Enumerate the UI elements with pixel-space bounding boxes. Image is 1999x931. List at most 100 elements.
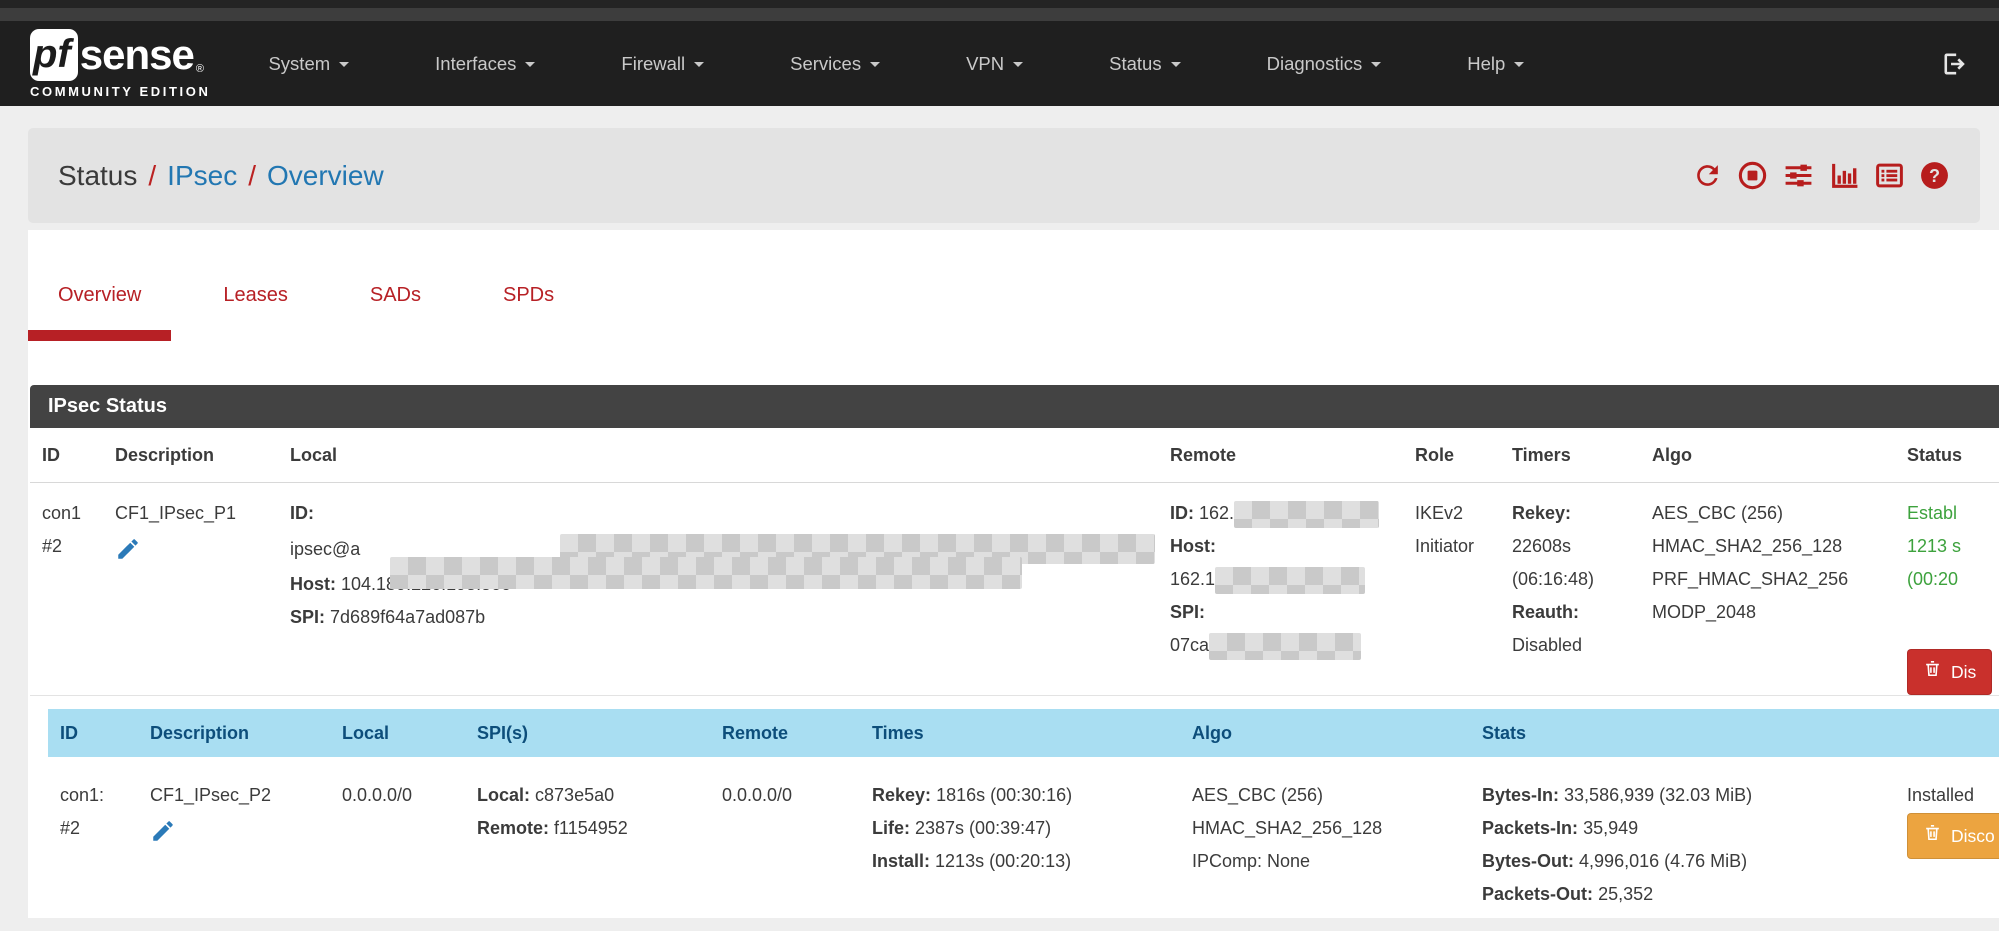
chevron-down-icon xyxy=(525,62,535,67)
col-header-role: Role xyxy=(1403,428,1500,482)
sliders-icon[interactable] xyxy=(1782,160,1815,191)
nav-item-services[interactable]: Services xyxy=(790,53,880,75)
nav-item-vpn[interactable]: VPN xyxy=(966,53,1023,75)
tab-leases[interactable]: Leases xyxy=(193,270,318,341)
child-remote-network: 0.0.0.0/0 xyxy=(722,779,860,812)
child-sa-table: ID Description Local SPI(s) Remote Times… xyxy=(48,709,1999,925)
child-id-cell: con1: #2 xyxy=(48,757,138,925)
breadcrumb: Status / IPsec / Overview xyxy=(58,160,384,192)
nav-item-label: Help xyxy=(1467,53,1505,75)
redaction-block xyxy=(1209,633,1361,660)
ike-status-cell: Establ 1213 s (00:20 Dis xyxy=(1895,483,1999,695)
remote-id-label: ID: xyxy=(1170,503,1194,523)
remote-spi-label: SPI: xyxy=(1170,602,1205,622)
col-header-timers: Timers xyxy=(1500,428,1640,482)
reauth-label: Reauth: xyxy=(1512,602,1579,622)
redaction-block xyxy=(390,557,1022,589)
nav-item-label: Interfaces xyxy=(435,53,516,75)
ike-description-cell: CF1_IPsec_P1 xyxy=(103,483,278,695)
refresh-icon[interactable] xyxy=(1692,160,1723,191)
chevron-down-icon xyxy=(1514,62,1524,67)
child-algo-cell: AES_CBC (256) HMAC_SHA2_256_128 IPComp: … xyxy=(1180,757,1470,925)
ike-remote-cell: ID: 162. Host: 162.1 SPI: 07ca xyxy=(1158,483,1403,695)
col-header-local: Local xyxy=(330,709,465,757)
top-navbar: pf sense ® COMMUNITY EDITION System Inte… xyxy=(0,21,1999,106)
child-description: CF1_IPsec_P2 xyxy=(150,779,330,812)
list-icon[interactable] xyxy=(1874,160,1905,191)
window-title-strip xyxy=(0,8,1999,21)
rekey-label: Rekey: xyxy=(872,785,931,805)
nav-item-system[interactable]: System xyxy=(268,53,349,75)
ike-id-line2: #2 xyxy=(42,530,103,563)
col-header-remote: Remote xyxy=(710,709,860,757)
chevron-down-icon xyxy=(1371,62,1381,67)
packets-out-value: 25,352 xyxy=(1598,884,1653,904)
role-version: IKEv2 xyxy=(1415,497,1500,530)
col-header-remote: Remote xyxy=(1158,428,1403,482)
remote-host-label: Host: xyxy=(1170,536,1216,556)
pfsense-logo[interactable]: pf sense ® COMMUNITY EDITION xyxy=(30,29,210,99)
col-header-description: Description xyxy=(138,709,330,757)
svg-text:?: ? xyxy=(1929,166,1940,186)
child-id-line1: con1: xyxy=(60,779,138,812)
sign-out-icon[interactable] xyxy=(1941,50,1969,78)
spi-remote-value: f1154952 xyxy=(554,818,628,838)
nav-item-help[interactable]: Help xyxy=(1467,53,1524,75)
disconnect-button-label: Dis xyxy=(1951,656,1976,689)
nav-item-firewall[interactable]: Firewall xyxy=(621,53,704,75)
chevron-down-icon xyxy=(870,62,880,67)
tab-spds[interactable]: SPDs xyxy=(473,270,584,341)
reauth-value: Disabled xyxy=(1512,629,1640,662)
status-installed: Installed xyxy=(1907,779,1999,812)
algo-encryption: AES_CBC (256) xyxy=(1192,779,1470,812)
disconnect-button[interactable]: Dis xyxy=(1907,649,1992,695)
chevron-down-icon xyxy=(1013,62,1023,67)
col-header-description: Description xyxy=(103,428,278,482)
algo-integrity: HMAC_SHA2_256_128 xyxy=(1652,530,1895,563)
stop-icon[interactable] xyxy=(1737,160,1768,191)
breadcrumb-link-ipsec[interactable]: IPsec xyxy=(167,160,237,192)
rekey-label: Rekey: xyxy=(1512,503,1571,523)
bytes-out-value: 4,996,016 (4.76 MiB) xyxy=(1579,851,1747,871)
col-header-algo: Algo xyxy=(1640,428,1895,482)
child-spi-cell: Local: c873e5a0 Remote: f1154952 xyxy=(465,757,710,925)
ike-table-header: ID Description Local Remote Role Timers … xyxy=(30,428,1999,483)
status-uptime: 1213 s xyxy=(1907,530,1999,563)
nav-item-status[interactable]: Status xyxy=(1109,53,1180,75)
nav-item-diagnostics[interactable]: Diagnostics xyxy=(1267,53,1382,75)
ipsec-status-panel: IPsec Status ID Description Local Remote… xyxy=(30,385,1999,925)
tab-sads[interactable]: SADs xyxy=(340,270,451,341)
child-local-network: 0.0.0.0/0 xyxy=(342,779,465,812)
ipsec-tabs: Overview Leases SADs SPDs xyxy=(28,270,584,341)
local-host-label: Host: xyxy=(290,574,336,594)
panel-title: IPsec Status xyxy=(30,385,1999,428)
remote-spi-value: 07ca xyxy=(1170,635,1209,655)
chevron-down-icon xyxy=(339,62,349,67)
help-icon[interactable]: ? xyxy=(1919,160,1950,191)
chevron-down-icon xyxy=(694,62,704,67)
col-header-algo: Algo xyxy=(1180,709,1470,757)
local-spi-value: 7d689f64a7ad087b xyxy=(330,607,485,627)
child-stats-cell: Bytes-In: 33,586,939 (32.03 MiB) Packets… xyxy=(1470,757,1895,925)
breadcrumb-link-overview[interactable]: Overview xyxy=(267,160,384,192)
nav-item-label: Status xyxy=(1109,53,1161,75)
disconnect-button[interactable]: Disco xyxy=(1907,813,1999,859)
nav-item-interfaces[interactable]: Interfaces xyxy=(435,53,535,75)
col-header-id: ID xyxy=(48,709,138,757)
rekey-time: (06:16:48) xyxy=(1512,563,1640,596)
ike-local-cell: ID: ipsec@a Host: 104.189.226.195:500 SP… xyxy=(278,483,1158,695)
remote-id-value: 162. xyxy=(1199,503,1234,523)
ike-role-cell: IKEv2 Initiator xyxy=(1403,483,1500,695)
spi-local-value: c873e5a0 xyxy=(535,785,614,805)
col-header-spis: SPI(s) xyxy=(465,709,710,757)
spi-local-label: Local: xyxy=(477,785,530,805)
life-label: Life: xyxy=(872,818,910,838)
edit-pencil-icon[interactable] xyxy=(150,818,330,855)
logo-pf-box: pf xyxy=(30,29,78,81)
edit-pencil-icon[interactable] xyxy=(115,536,278,573)
status-established: Establ xyxy=(1907,497,1999,530)
bar-chart-icon[interactable] xyxy=(1829,160,1860,191)
nav-item-label: Diagnostics xyxy=(1267,53,1363,75)
tab-overview[interactable]: Overview xyxy=(28,270,171,341)
child-id-line2: #2 xyxy=(60,812,138,845)
